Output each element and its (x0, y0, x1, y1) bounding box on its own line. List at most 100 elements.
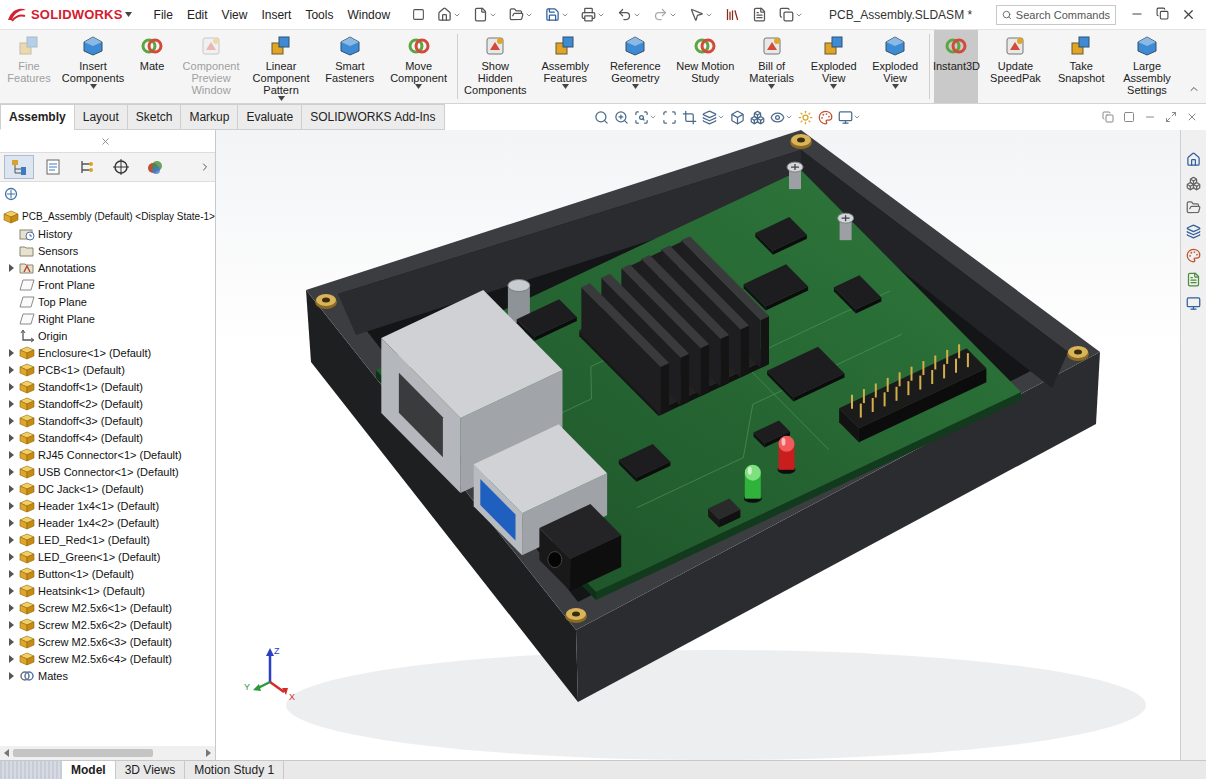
tree-item[interactable]: Top Plane (0, 293, 215, 310)
filter-input[interactable] (24, 186, 209, 202)
dc-jack[interactable] (539, 504, 621, 591)
enclosure-boss[interactable] (315, 294, 337, 309)
tree-item[interactable]: Sensors (0, 242, 215, 259)
select-button[interactable] (687, 5, 715, 24)
assembly-model[interactable] (216, 130, 1180, 760)
led-green[interactable] (744, 465, 762, 503)
close-icon[interactable] (1181, 7, 1196, 22)
tree-item[interactable]: Screw M2.5x6<2> (Default) (0, 616, 215, 633)
expand-toggle[interactable] (6, 467, 16, 477)
chip[interactable] (619, 444, 671, 482)
tree-item[interactable]: Header 1x4<1> (Default) (0, 497, 215, 514)
undo-button[interactable] (615, 5, 643, 24)
expand-toggle[interactable] (6, 620, 16, 630)
task-pane-button[interactable] (1184, 198, 1204, 216)
tree-item[interactable]: Heatsink<1> (Default) (0, 582, 215, 599)
expand-toggle[interactable] (6, 552, 16, 562)
panel-tab[interactable] (140, 155, 170, 179)
restore-icon[interactable] (1156, 7, 1169, 20)
command-button[interactable]: Mate (130, 30, 174, 103)
tile-icon[interactable] (1102, 111, 1114, 123)
expand-toggle[interactable] (6, 637, 16, 647)
tree-item[interactable]: PCB<1> (Default) (0, 361, 215, 378)
dropdown-caret-icon[interactable] (562, 84, 569, 89)
redo-button[interactable] (651, 5, 679, 24)
menu-item[interactable]: Tools (299, 4, 339, 26)
command-button[interactable]: Reference Geometry (602, 30, 668, 103)
collapse-ribbon-button[interactable] (1184, 81, 1204, 103)
expand-toggle[interactable] (6, 416, 16, 426)
filter-icon[interactable] (4, 187, 18, 201)
task-pane-button[interactable] (1184, 174, 1204, 192)
tree-item[interactable]: Standoff<1> (Default) (0, 378, 215, 395)
command-tab[interactable]: Evaluate (237, 104, 302, 130)
command-button[interactable]: Exploded View (866, 30, 923, 103)
expand-toggle[interactable] (6, 348, 16, 358)
dropdown-caret-icon[interactable] (632, 84, 639, 89)
chip[interactable] (755, 217, 807, 255)
scroll-track[interactable] (13, 749, 202, 757)
graphics-area[interactable]: ZXY (216, 130, 1180, 760)
expand-toggle[interactable] (6, 450, 16, 460)
bottom-tab[interactable]: Motion Study 1 (185, 761, 284, 779)
rebuild-button[interactable] (723, 5, 742, 24)
minimize-viewport-icon[interactable] (1144, 111, 1156, 123)
usb-port[interactable] (480, 479, 515, 541)
led-red[interactable] (778, 436, 796, 474)
command-tab[interactable]: Markup (180, 104, 238, 130)
tree-item[interactable]: Standoff<2> (Default) (0, 395, 215, 412)
chip[interactable] (754, 421, 791, 448)
enclosure-boss[interactable] (1067, 346, 1089, 361)
panel-tab[interactable] (72, 155, 102, 179)
tree-item[interactable]: Button<1> (Default) (0, 565, 215, 582)
command-tab[interactable]: Sketch (127, 104, 182, 130)
expand-toggle[interactable] (6, 671, 16, 681)
tree-item[interactable]: Right Plane (0, 310, 215, 327)
task-pane-button[interactable] (1184, 270, 1204, 288)
tree-item[interactable]: LED_Red<1> (Default) (0, 531, 215, 548)
bottom-tab[interactable]: Model (62, 761, 116, 779)
maximize-viewport-icon[interactable] (1165, 111, 1177, 123)
view-tool-button[interactable] (770, 110, 793, 125)
view-tool-button[interactable] (702, 110, 725, 125)
pcb[interactable] (376, 170, 1021, 600)
tree-item[interactable]: Enclosure<1> (Default) (0, 344, 215, 361)
tree-item[interactable]: LED_Green<1> (Default) (0, 548, 215, 565)
close-viewport-icon[interactable] (1186, 111, 1198, 123)
file-properties-button[interactable] (750, 5, 769, 24)
command-tab[interactable]: Layout (74, 104, 128, 130)
command-button[interactable]: Component Preview Window (178, 30, 244, 103)
tree-root[interactable]: PCB_Assembly (Default) <Display State-1> (0, 208, 215, 225)
expand-toggle[interactable] (6, 603, 16, 613)
command-button[interactable]: Smart Fasteners (318, 30, 382, 103)
scroll-right-icon[interactable] (206, 749, 211, 757)
save-button[interactable] (543, 5, 571, 24)
dropdown-caret-icon[interactable] (278, 96, 285, 101)
tree-item[interactable]: Header 1x4<2> (Default) (0, 514, 215, 531)
view-tool-button[interactable] (594, 110, 609, 125)
command-button[interactable]: Fine Features (2, 30, 56, 103)
panel-tab[interactable] (106, 155, 136, 179)
pin-button[interactable] (410, 6, 427, 23)
horizontal-scrollbar[interactable] (0, 746, 215, 760)
command-button[interactable]: Bill of Materials (742, 30, 801, 103)
tree-item[interactable]: Screw M2.5x6<4> (Default) (0, 650, 215, 667)
enclosure-boss[interactable] (790, 134, 812, 149)
command-button[interactable]: Exploded View (805, 30, 862, 103)
view-tool-button[interactable] (730, 110, 745, 125)
view-tool-button[interactable] (838, 110, 861, 125)
window-icon[interactable] (1123, 111, 1135, 123)
menu-item[interactable]: File (148, 4, 179, 26)
expand-toggle[interactable] (6, 263, 16, 273)
options-button[interactable] (777, 5, 805, 24)
home-button[interactable] (435, 5, 463, 24)
dropdown-caret-icon[interactable] (830, 84, 837, 89)
command-button[interactable]: Insert Components (60, 30, 126, 103)
task-pane-button[interactable] (1184, 294, 1204, 312)
tree-item[interactable]: History (0, 225, 215, 242)
menu-item[interactable]: Insert (255, 4, 297, 26)
print-button[interactable] (579, 5, 607, 24)
tree-item[interactable]: DC Jack<1> (Default) (0, 480, 215, 497)
scroll-handle[interactable] (0, 761, 62, 779)
command-button[interactable]: Large Assembly Settings (1114, 30, 1180, 103)
